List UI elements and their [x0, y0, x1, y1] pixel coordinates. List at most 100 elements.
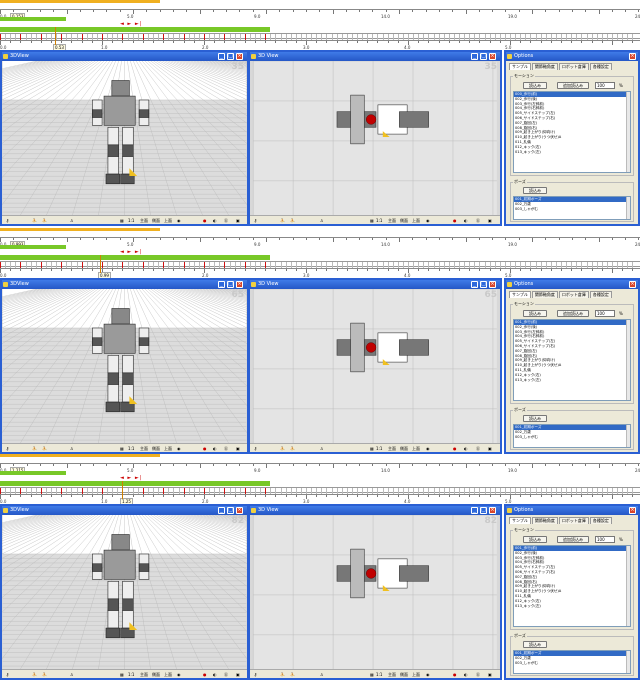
view-mode-label[interactable]: 主面 — [140, 217, 148, 224]
figure-tool-icon[interactable]: ⛹ — [280, 445, 285, 452]
view-mode-label[interactable]: 上面 — [412, 445, 420, 452]
gauge-icon[interactable]: ◐ — [464, 445, 468, 452]
tab-0[interactable]: サンプル — [509, 517, 531, 524]
minimize-button[interactable]: _ — [471, 507, 478, 514]
tab-3[interactable]: 各種設定 — [589, 517, 612, 524]
motion-append-load-button[interactable]: 追加読込み — [557, 82, 589, 89]
playhead[interactable] — [100, 255, 101, 273]
pose-list-item[interactable]: 003_しゃがむ — [514, 207, 630, 212]
grid-toggle-icon[interactable]: ▣ — [488, 671, 492, 678]
view-mode-label[interactable]: 上面 — [164, 671, 172, 678]
tab-1[interactable]: 関節軸角度 — [531, 291, 558, 298]
maximize-button[interactable]: □ — [480, 281, 487, 288]
view-mode-label[interactable]: 上面 — [412, 217, 420, 224]
figure-tool2-icon[interactable]: ⛹ — [42, 445, 47, 452]
motion-append-load-button[interactable]: 追加読込み — [557, 536, 589, 543]
pose-icon[interactable]: ♙ — [70, 445, 74, 452]
tab-0[interactable]: サンプル — [509, 63, 531, 70]
close-button[interactable]: × — [236, 507, 243, 514]
motion-list[interactable]: 001_歩行(前) 002_歩行(後) 003_歩行(左斜前) 004_歩行(右斜前)… — [513, 319, 631, 401]
pose-list-scrollbar[interactable] — [626, 651, 630, 673]
tab-1[interactable]: 関節軸角度 — [531, 517, 558, 524]
minimize-button[interactable]: _ — [218, 53, 225, 60]
tab-2[interactable]: ロボット倉庫 — [558, 63, 589, 70]
figure-tool2-icon[interactable]: ⛹ — [290, 445, 295, 452]
key-icon[interactable]: ⚷ — [6, 445, 9, 452]
tab-3[interactable]: 各種設定 — [589, 63, 612, 70]
record-icon[interactable]: ● — [203, 445, 207, 452]
grid-plane-icon[interactable]: ▦ — [120, 445, 124, 452]
camera-icon[interactable]: ◉ — [426, 671, 430, 678]
motion-list-scrollbar[interactable] — [626, 320, 630, 400]
tab-1[interactable]: 関節軸角度 — [531, 63, 558, 70]
window-titlebar[interactable]: 3D View _ □ × — [250, 506, 500, 515]
view-mode-label[interactable]: 上面 — [412, 671, 420, 678]
figure-tool-icon[interactable]: ⛹ — [32, 671, 37, 678]
grid-toggle-icon[interactable]: ▣ — [488, 445, 492, 452]
view-mode-label[interactable]: 1:1 — [376, 445, 382, 452]
motion-list-item[interactable]: 013_キック(左) — [514, 604, 630, 609]
close-button[interactable]: × — [236, 281, 243, 288]
g-icon[interactable]: Ⓖ — [224, 217, 228, 224]
close-button[interactable]: × — [236, 53, 243, 60]
g-icon[interactable]: Ⓖ — [476, 445, 480, 452]
view-mode-label[interactable]: 1:1 — [128, 445, 134, 452]
grid-plane-icon[interactable]: ▦ — [370, 445, 374, 452]
pose-load-button[interactable]: 読込み — [523, 641, 547, 648]
gauge-icon[interactable]: ◐ — [213, 671, 217, 678]
gauge-icon[interactable]: ◐ — [213, 217, 217, 224]
g-icon[interactable]: Ⓖ — [476, 217, 480, 224]
grid-toggle-icon[interactable]: ▣ — [236, 445, 240, 452]
view-mode-label[interactable]: 側面 — [400, 217, 408, 224]
figure-tool-icon[interactable]: ⛹ — [280, 217, 285, 224]
tab-3[interactable]: 各種設定 — [589, 291, 612, 298]
minimize-button[interactable]: _ — [471, 53, 478, 60]
grid-plane-icon[interactable]: ▦ — [120, 217, 124, 224]
options-titlebar[interactable]: Options × — [506, 280, 638, 289]
keyframe-strip[interactable] — [0, 487, 640, 494]
close-button[interactable]: × — [489, 507, 496, 514]
pose-list[interactable]: 001_初期ポーズ 002_万歳 003_しゃがむ — [513, 650, 631, 674]
gauge-icon[interactable]: ◐ — [464, 671, 468, 678]
minimize-button[interactable]: _ — [471, 281, 478, 288]
timeline[interactable]: 0.05.09.014.019.024.00.153◄ ► ►|0.01.02.… — [0, 0, 640, 51]
close-button[interactable]: × — [629, 507, 636, 514]
grid-toggle-icon[interactable]: ▣ — [488, 217, 492, 224]
camera-icon[interactable]: ◉ — [177, 217, 181, 224]
view-mode-label[interactable]: 側面 — [400, 671, 408, 678]
window-titlebar[interactable]: 3D View _ □ × — [250, 52, 500, 61]
gauge-icon[interactable]: ◐ — [213, 445, 217, 452]
view-mode-label[interactable]: 側面 — [152, 217, 160, 224]
record-icon[interactable]: ● — [203, 217, 207, 224]
figure-tool2-icon[interactable]: ⛹ — [290, 671, 295, 678]
viewport-canvas[interactable]: 65 — [250, 289, 500, 443]
viewport-canvas[interactable]: 82 — [2, 515, 247, 669]
tab-2[interactable]: ロボット倉庫 — [558, 291, 589, 298]
view-mode-label[interactable]: 主面 — [140, 445, 148, 452]
motion-append-load-button[interactable]: 追加読込み — [557, 310, 589, 317]
view-mode-label[interactable]: 主面 — [388, 445, 396, 452]
window-titlebar[interactable]: 3DView _ □ × — [2, 506, 247, 515]
key-icon[interactable]: ⚷ — [254, 671, 257, 678]
view-mode-label[interactable]: 1:1 — [128, 217, 134, 224]
grid-plane-icon[interactable]: ▦ — [120, 671, 124, 678]
maximize-button[interactable]: □ — [480, 53, 487, 60]
window-titlebar[interactable]: 3D View _ □ × — [250, 280, 500, 289]
maximize-button[interactable]: □ — [227, 53, 234, 60]
motion-load-button[interactable]: 読込み — [523, 536, 547, 543]
options-titlebar[interactable]: Options × — [506, 52, 638, 61]
pose-load-button[interactable]: 読込み — [523, 187, 547, 194]
key-icon[interactable]: ⚷ — [254, 445, 257, 452]
maximize-button[interactable]: □ — [480, 507, 487, 514]
camera-icon[interactable]: ◉ — [177, 671, 181, 678]
motion-list[interactable]: 000_歩行(前) 002_歩行(後) 003_歩行(左斜前) 004_歩行(右斜前)… — [513, 91, 631, 173]
minimize-button[interactable]: _ — [218, 281, 225, 288]
view-mode-label[interactable]: 上面 — [164, 217, 172, 224]
view-mode-label[interactable]: 側面 — [152, 671, 160, 678]
figure-tool-icon[interactable]: ⛹ — [32, 445, 37, 452]
pose-icon[interactable]: ♙ — [70, 671, 74, 678]
gauge-icon[interactable]: ◐ — [464, 217, 468, 224]
pose-list[interactable]: 001_初期ポーズ 002_万歳 003_しゃがむ — [513, 196, 631, 220]
view-mode-label[interactable]: 主面 — [388, 217, 396, 224]
keyframe-range-bar[interactable] — [0, 481, 270, 486]
